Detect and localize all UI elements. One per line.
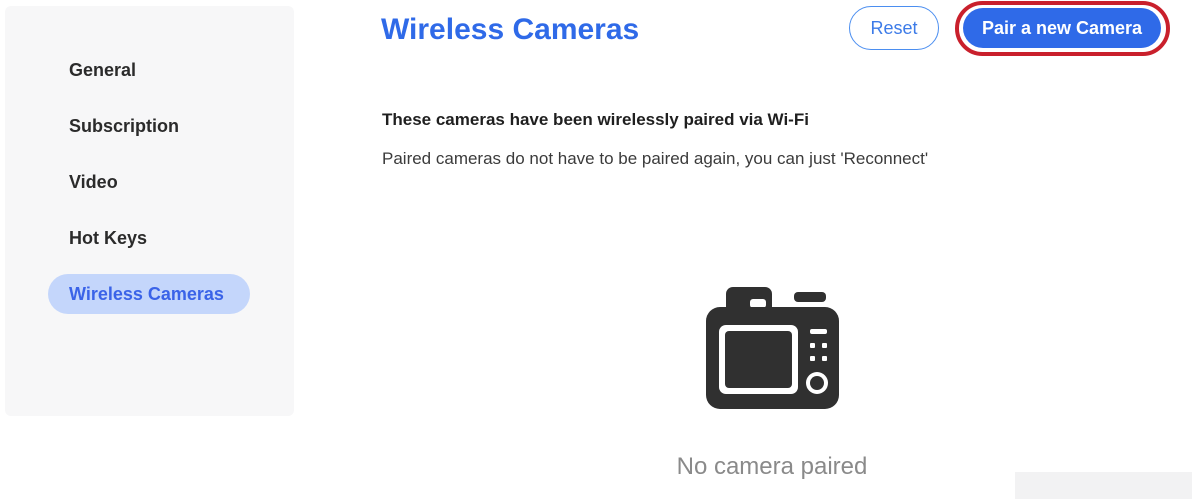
reset-button[interactable]: Reset (849, 6, 939, 50)
sidebar-item-general[interactable]: General (48, 50, 157, 90)
settings-window: General Subscription Video Hot Keys Wire… (0, 0, 1192, 499)
sidebar-item-video[interactable]: Video (48, 162, 139, 202)
settings-sidebar: General Subscription Video Hot Keys Wire… (5, 6, 294, 416)
sidebar-item-label: Hot Keys (69, 227, 148, 248)
pair-new-camera-button[interactable]: Pair a new Camera (963, 8, 1161, 48)
page-title: Wireless Cameras (381, 13, 640, 46)
corner-panel (1015, 472, 1192, 499)
sidebar-item-wireless-cameras[interactable]: Wireless Cameras (48, 274, 250, 314)
sidebar-item-label: Video (69, 171, 118, 192)
sidebar-item-label: Subscription (69, 115, 180, 136)
sidebar-item-subscription[interactable]: Subscription (48, 106, 200, 146)
sidebar-item-hot-keys[interactable]: Hot Keys (48, 218, 168, 258)
paired-cameras-description: Paired cameras do not have to be paired … (382, 149, 929, 168)
paired-cameras-heading: These cameras have been wirelessly paire… (382, 110, 809, 129)
camera-icon (706, 287, 839, 409)
sidebar-item-label: Wireless Cameras (69, 283, 224, 304)
empty-state-text: No camera paired (676, 453, 868, 480)
sidebar-item-label: General (69, 59, 137, 80)
